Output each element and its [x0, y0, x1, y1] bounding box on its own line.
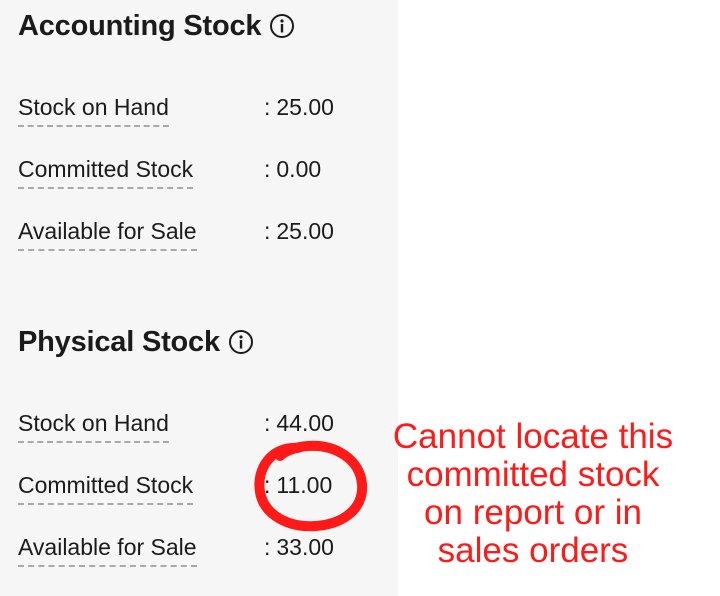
stock-row: Committed Stock :0.00	[18, 154, 398, 216]
stock-row: Stock on Hand :25.00	[18, 92, 398, 154]
value-text: 11.00	[276, 472, 333, 498]
stock-on-hand-label[interactable]: Stock on Hand	[18, 408, 169, 443]
value-text: 33.00	[276, 534, 334, 560]
committed-stock-label[interactable]: Committed Stock	[18, 470, 194, 505]
value-text: 44.00	[276, 410, 334, 436]
info-icon[interactable]	[269, 13, 295, 39]
available-for-sale-label[interactable]: Available for Sale	[18, 532, 197, 567]
accounting-stock-title: Accounting Stock	[18, 9, 262, 42]
info-icon[interactable]	[228, 329, 254, 355]
committed-stock-label[interactable]: Committed Stock	[18, 154, 194, 189]
physical-stock-rows: Stock on Hand :44.00 Committed Stock :11…	[18, 408, 398, 594]
stock-row: Stock on Hand :44.00	[18, 408, 398, 470]
annotation-line: sales orders	[437, 531, 629, 570]
annotation-line: Cannot locate this	[392, 417, 674, 456]
accounting-stock-rows: Stock on Hand :25.00 Committed Stock :0.…	[18, 92, 398, 278]
committed-stock-value: :0.00	[264, 156, 322, 182]
stock-on-hand-value: :25.00	[264, 94, 334, 120]
annotation-line: committed stock	[406, 455, 660, 494]
stock-panel: Accounting Stock Stock on Hand :25.00 Co…	[0, 0, 398, 596]
available-for-sale-value: :33.00	[264, 534, 334, 560]
available-for-sale-label[interactable]: Available for Sale	[18, 216, 197, 251]
physical-stock-section: Physical Stock Stock on Hand :44.00 Comm…	[18, 322, 398, 594]
stock-row: Available for Sale :25.00	[18, 216, 398, 278]
annotation-line: on report or in	[424, 493, 642, 532]
annotation-note: Cannot locate this committed stock on re…	[368, 418, 698, 570]
value-text: 25.00	[276, 218, 334, 244]
value-text: 0.00	[276, 156, 322, 182]
available-for-sale-value: :25.00	[264, 218, 334, 244]
value-text: 25.00	[276, 94, 334, 120]
accounting-stock-section: Accounting Stock Stock on Hand :25.00 Co…	[18, 6, 398, 278]
stock-on-hand-label[interactable]: Stock on Hand	[18, 92, 169, 127]
stock-row: Available for Sale :33.00	[18, 532, 398, 594]
accounting-stock-heading: Accounting Stock	[18, 6, 398, 46]
stock-on-hand-value: :44.00	[264, 410, 334, 436]
committed-stock-value: :11.00	[264, 472, 333, 498]
physical-stock-heading: Physical Stock	[18, 322, 398, 362]
physical-stock-title: Physical Stock	[18, 325, 220, 358]
stock-row: Committed Stock :11.00	[18, 470, 398, 532]
